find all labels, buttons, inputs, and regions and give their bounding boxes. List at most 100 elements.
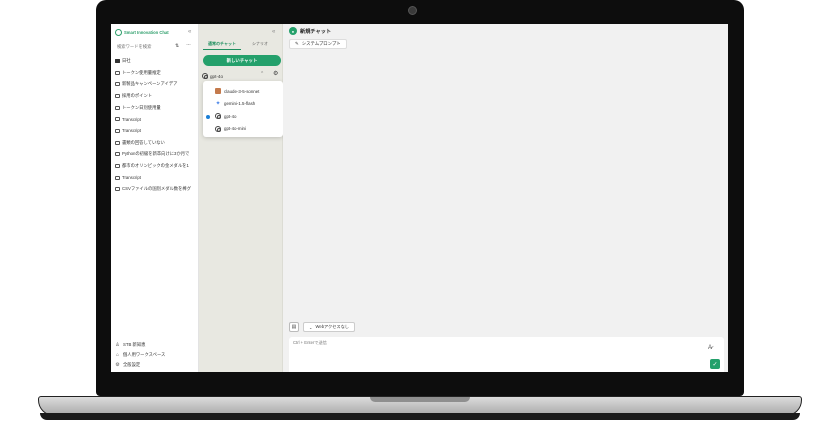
camera-icon xyxy=(408,6,417,15)
sidebar: Smart Innovation Chat « ⇅ ··· 日社 トークン使用量… xyxy=(111,24,199,372)
model-option-gemini[interactable]: ✦ gemini-1.5-flash xyxy=(203,98,283,111)
chevron-down-icon: ⌄ xyxy=(309,324,313,330)
message-input-box: A̷ ✓ xyxy=(289,337,724,372)
chevron-up-icon: ⌃ xyxy=(260,71,265,77)
selected-indicator xyxy=(206,114,210,119)
history-label: 都市のオリンピックの金メダルを1 xyxy=(122,163,189,169)
spellcheck-icon[interactable]: A̷ xyxy=(708,345,712,351)
system-prompt-button[interactable]: ✎ システムプロンプト xyxy=(289,39,347,49)
brand: Smart Innovation Chat xyxy=(115,29,169,36)
system-prompt-label: システムプロンプト xyxy=(301,41,341,46)
settings-item[interactable]: ⚙ 全般設定 xyxy=(115,360,197,370)
chat-icon xyxy=(115,140,120,145)
chat-avatar-icon: ● xyxy=(289,27,297,35)
history-label: 新製品キャンペーンアイデア xyxy=(122,81,178,87)
history-label: CSVファイルの国別メダル数を棒グ xyxy=(122,186,191,192)
chat-icon xyxy=(115,117,120,122)
logo-icon xyxy=(115,29,122,36)
model-dropdown: claude-3-5-sonnet ✦ gemini-1.5-flash gpt-… xyxy=(203,81,283,137)
model-option-label: gpt-4o xyxy=(224,113,237,119)
laptop-base-shadow xyxy=(40,413,800,420)
history-label: 採用のポイント xyxy=(122,92,153,98)
model-settings-icon[interactable]: ⚙ xyxy=(273,70,278,77)
model-option-claude[interactable]: claude-3-5-sonnet xyxy=(203,85,283,98)
history-item[interactable]: Pythonの初級を新卒向けに3か月で xyxy=(115,149,199,161)
web-access-label: Webアクセスなし xyxy=(315,324,349,329)
history-item[interactable]: トークン日別使用量 xyxy=(115,102,199,114)
openai-icon xyxy=(215,113,221,120)
laptop-notch xyxy=(370,397,470,402)
model-option-label: gemini-1.5-flash xyxy=(224,101,256,107)
chat-icon xyxy=(115,187,120,192)
history-item[interactable]: 都市のオリンピックの金メダルを1 xyxy=(115,160,199,172)
history-label: Transcript xyxy=(122,175,141,181)
workspace-item[interactable]: ⌂ 個人用ワークスペース xyxy=(115,350,197,360)
brand-name: Smart Innovation Chat xyxy=(124,30,169,35)
history-item[interactable]: トークン使用量推定 xyxy=(115,67,199,79)
history-label: トークン日別使用量 xyxy=(122,104,161,110)
filter-icon[interactable]: ⇅ xyxy=(175,43,179,49)
chat-history-list: 日社 トークン使用量推定 新製品キャンペーンアイデア 採用のポイント トークン日… xyxy=(115,55,199,195)
search-input[interactable] xyxy=(115,42,175,50)
chat-title: 新規チャット xyxy=(300,28,332,35)
settings-label: 全般設定 xyxy=(123,362,141,367)
chat-header: ● 新規チャット xyxy=(289,27,331,35)
model-option-label: gpt-4o-mini xyxy=(224,126,246,132)
history-label: 書類の回答していない xyxy=(122,139,165,145)
chat-icon xyxy=(115,70,120,75)
user-icon: ♙ xyxy=(115,342,120,348)
home-icon: ⌂ xyxy=(115,352,120,358)
chat-icon xyxy=(115,105,120,110)
message-input[interactable] xyxy=(293,340,493,345)
screen: Smart Innovation Chat « ⇅ ··· 日社 トークン使用量… xyxy=(111,24,728,372)
history-label: Pythonの初級を新卒向けに3か月で xyxy=(122,151,190,157)
input-toolbar: ▤ ⌄ Webアクセスなし xyxy=(289,322,355,332)
history-item[interactable]: Transcript xyxy=(115,113,199,125)
history-folder[interactable]: 日社 xyxy=(115,55,199,67)
collapse-panel-icon[interactable]: « xyxy=(272,29,275,35)
chat-icon xyxy=(115,82,120,87)
history-label: 日社 xyxy=(122,57,131,63)
openai-icon xyxy=(215,125,221,132)
mode-tabs: 通常のチャット シナリオ xyxy=(203,41,279,50)
chat-icon xyxy=(115,164,120,169)
mode-panel: « 通常のチャット シナリオ 新しいチャット gpt-4o ⌃ ⚙ claude… xyxy=(199,24,283,372)
sidebar-footer: ♙ STB 新知恵 ⌂ 個人用ワークスペース ⚙ 全般設定 xyxy=(115,340,197,370)
history-item[interactable]: Transcript xyxy=(115,125,199,137)
more-icon[interactable]: ··· xyxy=(186,42,191,48)
model-option-gpt-4o[interactable]: gpt-4o xyxy=(203,110,283,123)
history-item[interactable]: 新製品キャンペーンアイデア xyxy=(115,78,199,90)
model-option-label: claude-3-5-sonnet xyxy=(224,88,260,94)
web-access-selector[interactable]: ⌄ Webアクセスなし xyxy=(303,322,355,332)
new-chat-button[interactable]: 新しいチャット xyxy=(203,55,281,66)
history-label: Transcript xyxy=(122,128,141,134)
history-item[interactable]: 採用のポイント xyxy=(115,90,199,102)
collapse-sidebar-icon[interactable]: « xyxy=(188,29,191,35)
folder-icon xyxy=(115,58,120,63)
model-selector[interactable]: gpt-4o ⌃ ⚙ xyxy=(202,71,282,81)
tab-normal-chat[interactable]: 通常のチャット xyxy=(203,41,241,50)
tab-scenario[interactable]: シナリオ xyxy=(241,41,279,50)
gemini-icon: ✦ xyxy=(215,100,221,107)
chat-icon xyxy=(115,93,120,98)
history-label: トークン使用量推定 xyxy=(122,69,161,75)
send-button[interactable]: ✓ xyxy=(710,359,720,369)
openai-icon xyxy=(202,73,208,79)
selected-model-label: gpt-4o xyxy=(210,73,224,79)
claude-icon xyxy=(215,88,221,95)
check-icon: ✓ xyxy=(712,361,718,368)
user-profile[interactable]: ♙ STB 新知恵 xyxy=(115,340,197,350)
model-option-gpt-4o-mini[interactable]: gpt-4o-mini xyxy=(203,123,283,136)
chat-icon xyxy=(115,128,120,133)
workspace-label: 個人用ワークスペース xyxy=(123,352,166,357)
chat-main: ● 新規チャット ✎ システムプロンプト ▤ ⌄ Webアクセスなし A̷ ✓ xyxy=(283,24,728,372)
chat-icon xyxy=(115,152,120,157)
user-name: STB 新知恵 xyxy=(123,342,146,347)
settings-icon: ⚙ xyxy=(115,362,120,368)
chat-icon xyxy=(115,175,120,180)
attach-file-button[interactable]: ▤ xyxy=(289,322,299,332)
history-item[interactable]: Transcript xyxy=(115,172,199,184)
edit-icon: ✎ xyxy=(295,41,299,46)
history-item[interactable]: CSVファイルの国別メダル数を棒グ xyxy=(115,184,199,196)
history-item[interactable]: 書類の回答していない xyxy=(115,137,199,149)
